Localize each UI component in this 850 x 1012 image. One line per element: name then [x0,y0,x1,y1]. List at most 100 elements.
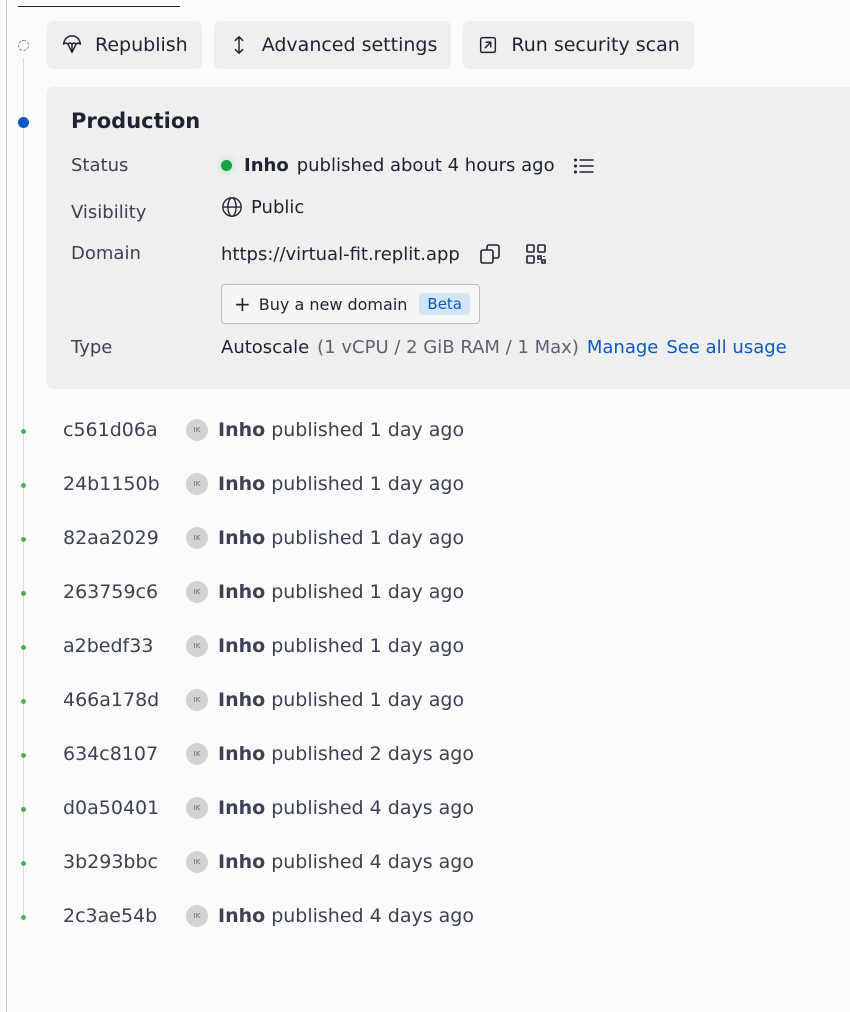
timeline-node [21,483,26,488]
deployment-hash: d0a50401 [63,797,160,819]
deployment-hash: 263759c6 [63,581,159,603]
timeline-node [21,861,26,866]
deployment-hash: a2bedf33 [63,635,154,657]
visibility-value: Public [221,196,304,218]
copy-icon[interactable] [478,242,502,266]
deployment-hash: 634c8107 [63,743,159,765]
timeline-node-current [18,117,29,128]
list-item[interactable]: 2c3ae54b IK Inho published 4 days ago [63,904,474,928]
avatar: IK [186,905,208,927]
timeline-node-pending [18,40,29,51]
deployment-author: Inho [218,581,266,603]
avatar: IK [186,473,208,495]
left-border [6,0,7,1012]
production-title: Production [71,109,201,133]
avatar: IK [186,743,208,765]
avatar: IK [186,419,208,441]
deployment-author: Inho [218,527,266,549]
domain-url[interactable]: https://virtual-fit.replit.app [221,244,460,265]
deployment-time: published 4 days ago [271,851,474,873]
deployment-time: published 4 days ago [271,905,474,927]
deployment-author: Inho [218,419,266,441]
deployment-toolbar: Republish Advanced settings Run security… [47,21,694,69]
deployment-author: Inho [218,635,266,657]
deployment-author: Inho [218,689,266,711]
timeline-node [21,429,26,434]
list-item[interactable]: c561d06a IK Inho published 1 day ago [63,418,464,442]
deployment-time: published 1 day ago [271,419,465,441]
avatar: IK [186,581,208,603]
timeline-node [21,807,26,812]
deployment-hash: 82aa2029 [63,527,159,549]
deployment-time: published 1 day ago [271,635,465,657]
status-text: published about 4 hours ago [296,155,555,176]
qr-code-icon[interactable] [524,242,548,266]
plus-icon: + [234,292,251,316]
deployment-hash: 466a178d [63,689,160,711]
status-author: Inho [244,155,289,176]
list-item[interactable]: 82aa2029 IK Inho published 1 day ago [63,526,464,550]
republish-button[interactable]: Republish [47,21,202,69]
status-value: Inho published about 4 hours ago [221,155,595,176]
deployment-author: Inho [218,743,266,765]
production-panel: Production Status Inho published about 4… [47,87,850,389]
timeline-node [21,915,26,920]
domain-value: https://virtual-fit.replit.app [221,242,548,266]
external-arrow-icon [477,34,499,56]
timeline-node [21,645,26,650]
list-item[interactable]: a2bedf33 IK Inho published 1 day ago [63,634,464,658]
type-value: Autoscale (1 vCPU / 2 GiB RAM / 1 Max) M… [221,337,787,358]
republish-label: Republish [95,34,188,56]
see-all-usage-link[interactable]: See all usage [666,337,786,358]
deployment-time: published 1 day ago [271,689,465,711]
deployment-time: published 1 day ago [271,527,465,549]
status-online-dot [221,160,232,171]
timeline-node [21,591,26,596]
deployment-time: published 1 day ago [271,473,465,495]
parachute-icon [61,34,83,56]
deployment-time: published 2 days ago [271,743,474,765]
manage-link[interactable]: Manage [587,337,659,358]
deployment-author: Inho [218,473,266,495]
expand-vertical-icon [228,34,250,56]
advanced-settings-label: Advanced settings [261,34,438,56]
timeline-line [23,58,24,918]
deployment-hash: 3b293bbc [63,851,158,873]
list-item[interactable]: 24b1150b IK Inho published 1 day ago [63,472,464,496]
type-label: Type [71,337,113,358]
globe-icon [221,196,243,218]
active-tab-underline [18,6,180,7]
list-item[interactable]: d0a50401 IK Inho published 4 days ago [63,796,474,820]
run-security-scan-label: Run security scan [511,34,680,56]
visibility-label: Visibility [71,202,147,223]
deployment-time: published 1 day ago [271,581,465,603]
deployment-time: published 4 days ago [271,797,474,819]
avatar: IK [186,689,208,711]
run-security-scan-button[interactable]: Run security scan [463,21,694,69]
list-icon[interactable] [573,156,595,176]
advanced-settings-button[interactable]: Advanced settings [213,21,452,69]
visibility-text: Public [251,196,305,218]
deployment-author: Inho [218,797,266,819]
avatar: IK [186,797,208,819]
list-item[interactable]: 3b293bbc IK Inho published 4 days ago [63,850,474,874]
deployment-hash: c561d06a [63,419,158,441]
domain-label: Domain [71,243,141,264]
avatar: IK [186,527,208,549]
timeline-node [21,699,26,704]
list-item[interactable]: 263759c6 IK Inho published 1 day ago [63,580,464,604]
beta-badge: Beta [419,293,470,315]
type-name: Autoscale [221,337,310,358]
buy-domain-button[interactable]: + Buy a new domain Beta [221,284,480,324]
deployment-hash: 24b1150b [63,473,160,495]
buy-domain-label: Buy a new domain [258,294,408,314]
deployment-author: Inho [218,851,266,873]
timeline-node [21,753,26,758]
list-item[interactable]: 634c8107 IK Inho published 2 days ago [63,742,474,766]
type-specs: (1 vCPU / 2 GiB RAM / 1 Max) [317,337,579,358]
timeline-node [21,537,26,542]
status-label: Status [71,155,129,176]
list-item[interactable]: 466a178d IK Inho published 1 day ago [63,688,464,712]
deployment-author: Inho [218,905,266,927]
avatar: IK [186,635,208,657]
